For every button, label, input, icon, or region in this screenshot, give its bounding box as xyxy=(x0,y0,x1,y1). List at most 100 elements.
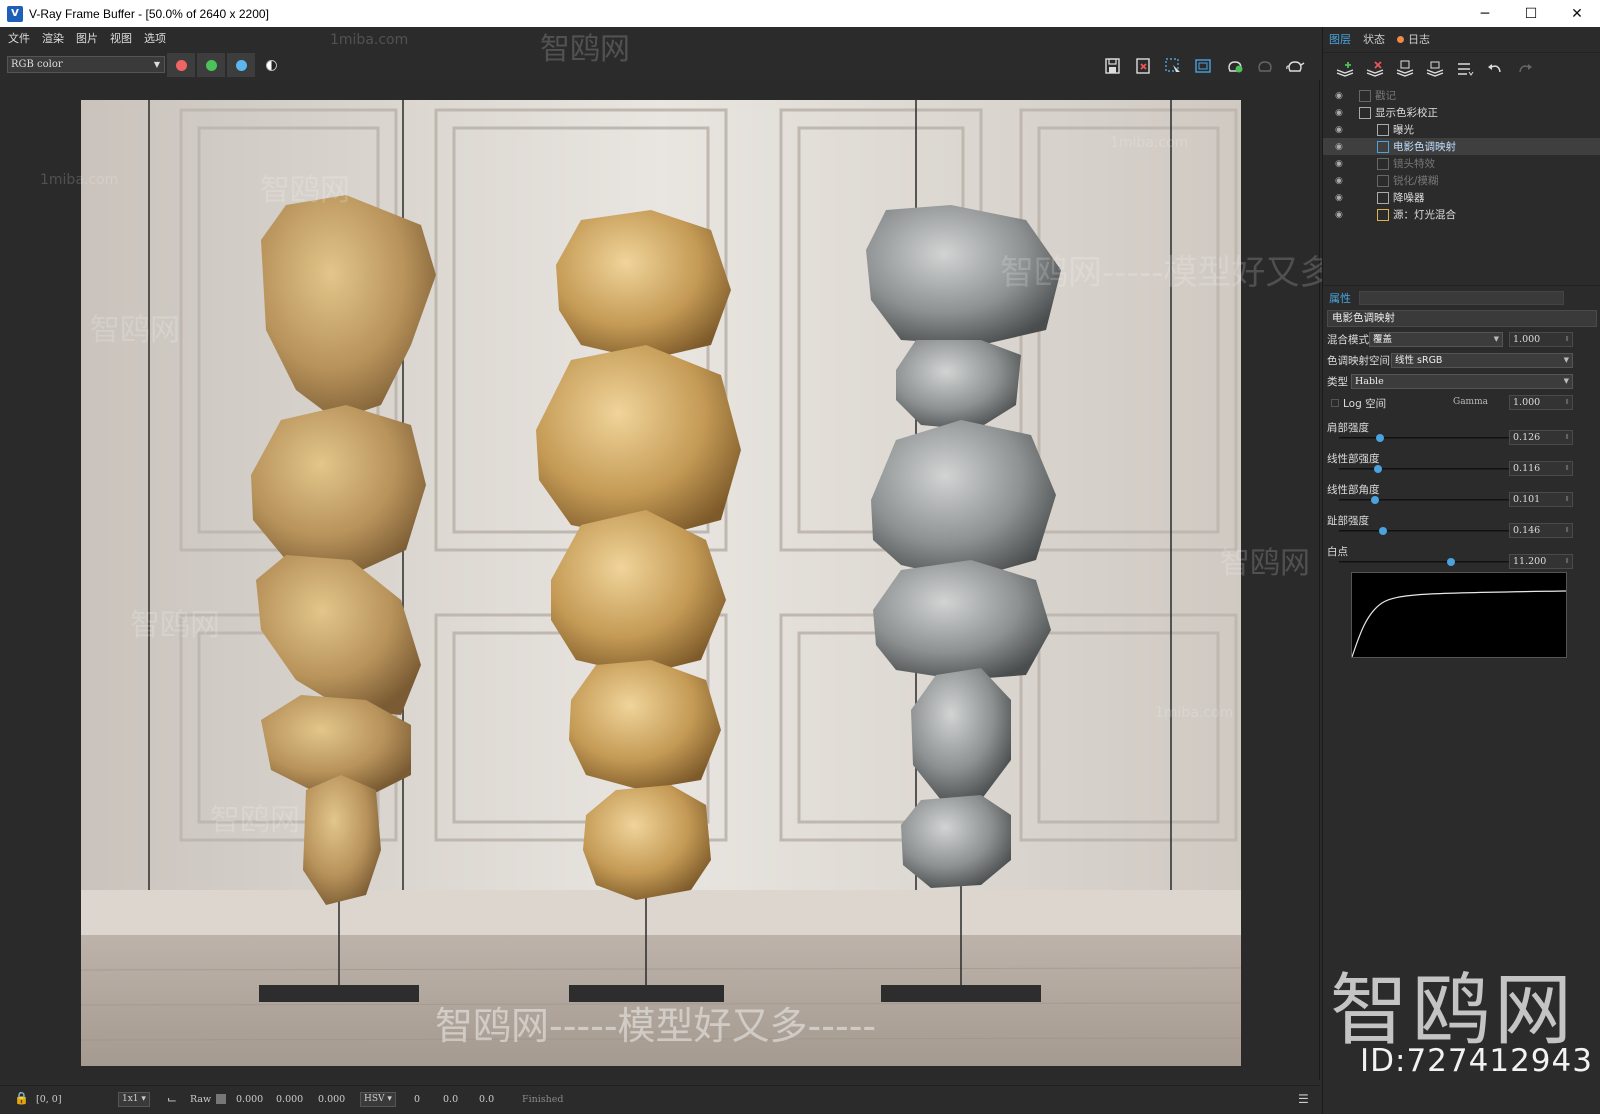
spinner-icon[interactable]: ⇕ xyxy=(1564,524,1570,537)
save-layers-button[interactable] xyxy=(1393,57,1417,81)
tonemap-space-value: 线性 sRGB xyxy=(1395,355,1443,366)
delete-layer-button[interactable] xyxy=(1363,57,1387,81)
slider-value-field[interactable]: 0.101 ⇕ xyxy=(1509,492,1573,507)
eye-icon[interactable]: ◉ xyxy=(1335,176,1347,186)
blend-amount-field[interactable]: 1.000 ⇕ xyxy=(1509,332,1573,347)
stop-render-button[interactable] xyxy=(1253,55,1277,77)
eye-icon[interactable]: ◉ xyxy=(1335,193,1347,203)
spinner-icon[interactable]: ⇕ xyxy=(1564,396,1570,409)
load-layers-button[interactable] xyxy=(1423,57,1447,81)
zoom-select[interactable]: 1x1 ▾ xyxy=(118,1092,150,1107)
slider-value: 11.200 xyxy=(1513,556,1547,567)
slider-thumb[interactable] xyxy=(1371,496,1380,504)
channel-select-value: RGB color xyxy=(11,59,63,70)
zoom-value: 1x1 xyxy=(122,1094,139,1104)
render-button[interactable] xyxy=(1283,55,1307,77)
layer-list: ◉ 戳记 ◉ 显示色彩校正 ◉ 曝光 ◉ 电影色调映射 ◉ 镜头特效 ◉ 锐化/… xyxy=(1323,87,1600,223)
alpha-channel-button[interactable] xyxy=(257,53,285,77)
log-space-checkbox[interactable]: Log 空间 xyxy=(1331,395,1386,411)
eye-icon[interactable]: ◉ xyxy=(1335,159,1347,169)
stamp-layer-icon xyxy=(1359,89,1371,102)
clear-image-button[interactable] xyxy=(1131,55,1155,77)
slider-track[interactable] xyxy=(1339,561,1519,563)
eye-icon[interactable]: ◉ xyxy=(1335,142,1347,152)
window-title: V-Ray Frame Buffer - [50.0% of 2640 x 22… xyxy=(29,6,269,21)
undo-button[interactable] xyxy=(1483,57,1507,81)
spinner-icon[interactable]: ⇕ xyxy=(1564,431,1570,444)
teapot-icon xyxy=(1286,61,1305,72)
menu-file[interactable]: 文件 xyxy=(8,30,30,46)
gamma-label: Gamma xyxy=(1453,397,1488,407)
layer-row-lightmix-source[interactable]: ◉ 源：灯光混合 xyxy=(1323,206,1600,223)
chevron-down-icon: ▼ xyxy=(1493,335,1499,343)
slider-thumb[interactable] xyxy=(1373,465,1382,473)
log-toggle-icon[interactable]: ☰ xyxy=(1298,1092,1309,1106)
redo-button[interactable] xyxy=(1513,57,1537,81)
menu-render[interactable]: 渲染 xyxy=(42,30,64,46)
eye-icon[interactable]: ◉ xyxy=(1335,108,1347,118)
layer-row-exposure[interactable]: ◉ 曝光 xyxy=(1323,121,1600,138)
render-viewport[interactable] xyxy=(0,80,1320,1080)
red-channel-button[interactable] xyxy=(167,53,195,77)
eye-icon[interactable]: ◉ xyxy=(1335,210,1347,220)
blue-dot-icon xyxy=(235,59,247,71)
tab-layers[interactable]: 图层 xyxy=(1323,27,1357,53)
layer-row-lens-effects[interactable]: ◉ 镜头特效 xyxy=(1323,155,1600,172)
spinner-icon[interactable]: ⇕ xyxy=(1564,333,1570,346)
spinner-icon[interactable]: ⇕ xyxy=(1564,555,1570,568)
tab-log[interactable]: 日志 xyxy=(1391,27,1436,53)
minimize-button[interactable]: ─ xyxy=(1462,0,1508,27)
layer-row-stamp[interactable]: ◉ 戳记 xyxy=(1323,87,1600,104)
layer-name: 降噪器 xyxy=(1393,192,1425,204)
layer-row-sharpen-blur[interactable]: ◉ 锐化/模糊 xyxy=(1323,172,1600,189)
render-interactive-button[interactable] xyxy=(1223,55,1247,77)
gamma-field[interactable]: 1.000 ⇕ xyxy=(1509,395,1573,410)
menu-image[interactable]: 图片 xyxy=(76,30,98,46)
lens-effects-icon xyxy=(1377,157,1389,170)
slider-track[interactable] xyxy=(1339,468,1519,470)
tonemap-space-label: 色调映射空间 xyxy=(1327,354,1390,367)
close-button[interactable]: ✕ xyxy=(1554,0,1600,27)
type-select[interactable]: Hable ▼ xyxy=(1351,374,1573,389)
tab-stats[interactable]: 状态 xyxy=(1357,27,1391,53)
slider-thumb[interactable] xyxy=(1446,558,1455,566)
slider-thumb[interactable] xyxy=(1375,434,1384,442)
tonemap-space-select[interactable]: 线性 sRGB ▼ xyxy=(1391,353,1573,368)
add-layer-button[interactable] xyxy=(1333,57,1357,81)
eye-icon[interactable]: ◉ xyxy=(1335,125,1347,135)
layer-list-button[interactable] xyxy=(1453,57,1477,81)
spinner-icon[interactable]: ⇕ xyxy=(1564,493,1570,506)
layer-row-display-correction[interactable]: ◉ 显示色彩校正 xyxy=(1323,104,1600,121)
slider-label: 白点 xyxy=(1327,545,1348,558)
save-image-button[interactable] xyxy=(1101,55,1125,77)
slider-thumb[interactable] xyxy=(1379,527,1388,535)
lock-icon[interactable]: 🔒 xyxy=(14,1091,29,1105)
blue-channel-button[interactable] xyxy=(227,53,255,77)
slider-track[interactable] xyxy=(1339,499,1519,501)
layer-row-denoiser[interactable]: ◉ 降噪器 xyxy=(1323,189,1600,206)
slider-value-field[interactable]: 0.146 ⇕ xyxy=(1509,523,1573,538)
slider-value-field[interactable]: 11.200 ⇕ xyxy=(1509,554,1573,569)
properties-label: 属性 xyxy=(1329,292,1351,305)
spinner-icon[interactable]: ⇕ xyxy=(1564,462,1570,475)
region-render-button[interactable] xyxy=(1161,55,1185,77)
color-space-select[interactable]: HSV ▾ xyxy=(360,1092,396,1107)
menu-view[interactable]: 视图 xyxy=(110,30,132,46)
menu-options[interactable]: 选项 xyxy=(144,30,166,46)
maximize-button[interactable]: ☐ xyxy=(1508,0,1554,27)
color-picker-icon[interactable]: ⌙ xyxy=(167,1092,177,1106)
channel-select[interactable]: RGB color ▼ xyxy=(7,56,165,73)
blend-mode-select[interactable]: 覆盖 ▼ xyxy=(1369,332,1503,347)
eye-icon[interactable]: ◉ xyxy=(1335,91,1347,101)
slider-value-field[interactable]: 0.126 ⇕ xyxy=(1509,430,1573,445)
track-mouse-button[interactable] xyxy=(1191,55,1215,77)
layer-row-filmic-tonemap[interactable]: ◉ 电影色调映射 xyxy=(1323,138,1600,155)
slider-track[interactable] xyxy=(1339,530,1519,532)
pixel-v: 0.0 xyxy=(479,1094,495,1105)
checkbox-icon[interactable] xyxy=(1331,399,1339,407)
layer-name: 锐化/模糊 xyxy=(1393,175,1439,187)
green-channel-button[interactable] xyxy=(197,53,225,77)
slider-value-field[interactable]: 0.116 ⇕ xyxy=(1509,461,1573,476)
slider-track[interactable] xyxy=(1339,437,1519,439)
vray-logo-icon: V xyxy=(7,5,23,22)
